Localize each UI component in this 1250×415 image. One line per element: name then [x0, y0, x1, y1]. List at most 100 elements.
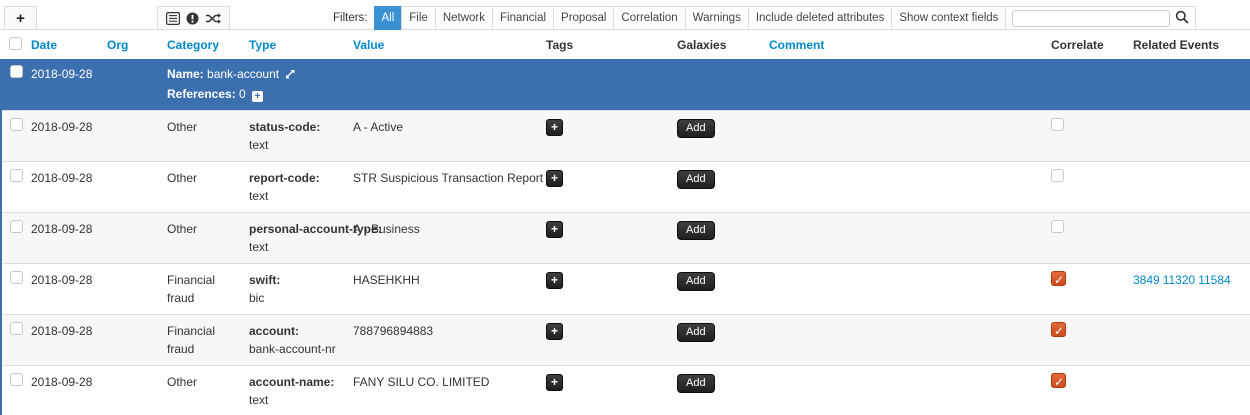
attribute-org — [99, 213, 159, 264]
related-events — [1125, 162, 1250, 213]
attribute-value: HASEHKHH — [345, 264, 538, 315]
add-tag-button[interactable]: + — [546, 323, 563, 340]
related-events — [1125, 213, 1250, 264]
add-galaxy-button[interactable]: Add — [677, 119, 715, 138]
table-row: 2018-09-28 Other report-code:text STR Su… — [1, 162, 1250, 213]
attribute-category: Other — [159, 366, 241, 415]
attribute-value: A - Active — [345, 111, 538, 162]
row-checkbox[interactable] — [10, 322, 23, 335]
correlate-checkbox[interactable] — [1051, 271, 1066, 286]
add-tag-button[interactable]: + — [546, 119, 563, 136]
correlate-checkbox[interactable] — [1051, 118, 1064, 131]
add-tag-button[interactable]: + — [546, 221, 563, 238]
attribute-subtype: text — [249, 238, 337, 256]
add-galaxy-button[interactable]: Add — [677, 170, 715, 189]
attribute-filters: Filters: All File Network Financial Prop… — [333, 6, 1196, 30]
column-header-comment[interactable]: Comment — [761, 30, 1043, 59]
add-galaxy-button[interactable]: Add — [677, 272, 715, 291]
attribute-type: report-code: text — [241, 162, 345, 213]
attribute-date: 2018-09-28 — [23, 366, 99, 415]
table-row: 2018-09-28 Financial fraud swift:bic HAS… — [1, 264, 1250, 315]
exclamation-circle-icon[interactable] — [186, 12, 199, 25]
attribute-type-name: account: — [249, 324, 299, 338]
attribute-date: 2018-09-28 — [23, 213, 99, 264]
add-tag-button[interactable]: + — [546, 272, 563, 289]
add-reference-icon[interactable]: + — [252, 91, 263, 102]
add-galaxy-button[interactable]: Add — [677, 221, 715, 240]
select-all-checkbox[interactable] — [9, 37, 22, 50]
attribute-date: 2018-09-28 — [23, 264, 99, 315]
search-icon[interactable] — [1175, 10, 1189, 27]
attribute-type: personal-account-type:text — [241, 213, 345, 264]
column-header-type[interactable]: Type — [241, 30, 345, 59]
object-row-checkbox[interactable] — [10, 65, 23, 78]
attribute-category: Other — [159, 213, 241, 264]
related-events — [1125, 315, 1250, 366]
attribute-comment — [761, 111, 1043, 162]
add-tag-button[interactable]: + — [546, 170, 563, 187]
expand-object-icon[interactable] — [285, 68, 295, 82]
correlate-checkbox[interactable] — [1051, 220, 1064, 233]
filter-tab-warnings[interactable]: Warnings — [685, 6, 749, 30]
table-row: 2018-09-28 Financial fraud account:bank-… — [1, 315, 1250, 366]
related-event-link[interactable]: 11584 — [1198, 273, 1230, 287]
shuffle-icon[interactable] — [205, 12, 221, 25]
column-header-galaxies: Galaxies — [669, 30, 761, 59]
related-events — [1125, 366, 1250, 415]
row-checkbox[interactable] — [10, 169, 23, 182]
attribute-type: swift:bic — [241, 264, 345, 315]
attribute-type-name: swift: — [249, 273, 280, 287]
table-row: 2018-09-28 Other status-code:text A - Ac… — [1, 111, 1250, 162]
attribute-org — [99, 111, 159, 162]
attribute-comment — [761, 366, 1043, 415]
filter-tab-all[interactable]: All — [374, 6, 403, 30]
column-header-date[interactable]: Date — [23, 30, 99, 59]
row-checkbox[interactable] — [10, 271, 23, 284]
object-references-line: References: 0 + — [167, 85, 1242, 104]
attribute-category: Financial fraud — [159, 315, 241, 366]
column-header-value[interactable]: Value — [345, 30, 538, 59]
filter-tab-file[interactable]: File — [401, 6, 436, 30]
column-header-category[interactable]: Category — [159, 30, 241, 59]
attribute-value: STR Suspicious Transaction Report — [345, 162, 538, 213]
attribute-toolbar: + Filters: All File Network Financial Pr… — [0, 0, 1250, 30]
correlate-checkbox[interactable] — [1051, 169, 1064, 182]
search-input[interactable] — [1012, 10, 1170, 27]
related-event-link[interactable]: 3849 — [1133, 273, 1160, 287]
search-cell — [1005, 6, 1196, 30]
add-tag-button[interactable]: + — [546, 374, 563, 391]
object-date: 2018-09-28 — [23, 59, 99, 111]
attribute-type: account-name:text — [241, 366, 345, 415]
correlate-checkbox[interactable] — [1051, 322, 1066, 337]
add-galaxy-button[interactable]: Add — [677, 323, 715, 342]
object-row-bank-account: 2018-09-28 Name: bank-account References… — [1, 59, 1250, 111]
add-attribute-button[interactable]: + — [4, 6, 37, 30]
related-event-link[interactable]: 11320 — [1163, 273, 1195, 287]
table-row: 2018-09-28 Other personal-account-type:t… — [1, 213, 1250, 264]
filter-tab-correlation[interactable]: Correlation — [613, 6, 685, 30]
attribute-subtype: text — [249, 187, 337, 205]
filter-tab-proposal[interactable]: Proposal — [553, 6, 614, 30]
filter-tab-include-deleted[interactable]: Include deleted attributes — [748, 6, 893, 30]
filter-tab-financial[interactable]: Financial — [492, 6, 554, 30]
attribute-subtype: text — [249, 136, 337, 154]
row-checkbox[interactable] — [10, 118, 23, 131]
row-checkbox[interactable] — [10, 220, 23, 233]
attribute-subtype: text — [249, 391, 337, 409]
attribute-org — [99, 162, 159, 213]
column-header-org[interactable]: Org — [99, 30, 159, 59]
correlate-checkbox[interactable] — [1051, 373, 1066, 388]
attribute-type-name: report-code: — [249, 171, 320, 185]
row-checkbox[interactable] — [10, 373, 23, 386]
object-name: bank-account — [207, 67, 279, 81]
attribute-date: 2018-09-28 — [23, 111, 99, 162]
filter-tab-show-context[interactable]: Show context fields — [891, 6, 1006, 30]
column-header-related-events: Related Events — [1125, 30, 1250, 59]
attribute-category: Other — [159, 162, 241, 213]
attribute-value: A - Business — [345, 213, 538, 264]
add-galaxy-button[interactable]: Add — [677, 374, 715, 393]
list-icon[interactable] — [166, 12, 180, 25]
attribute-value: 788796894883 — [345, 315, 538, 366]
attribute-subtype: bank-account-nr — [249, 340, 337, 358]
filter-tab-network[interactable]: Network — [435, 6, 493, 30]
